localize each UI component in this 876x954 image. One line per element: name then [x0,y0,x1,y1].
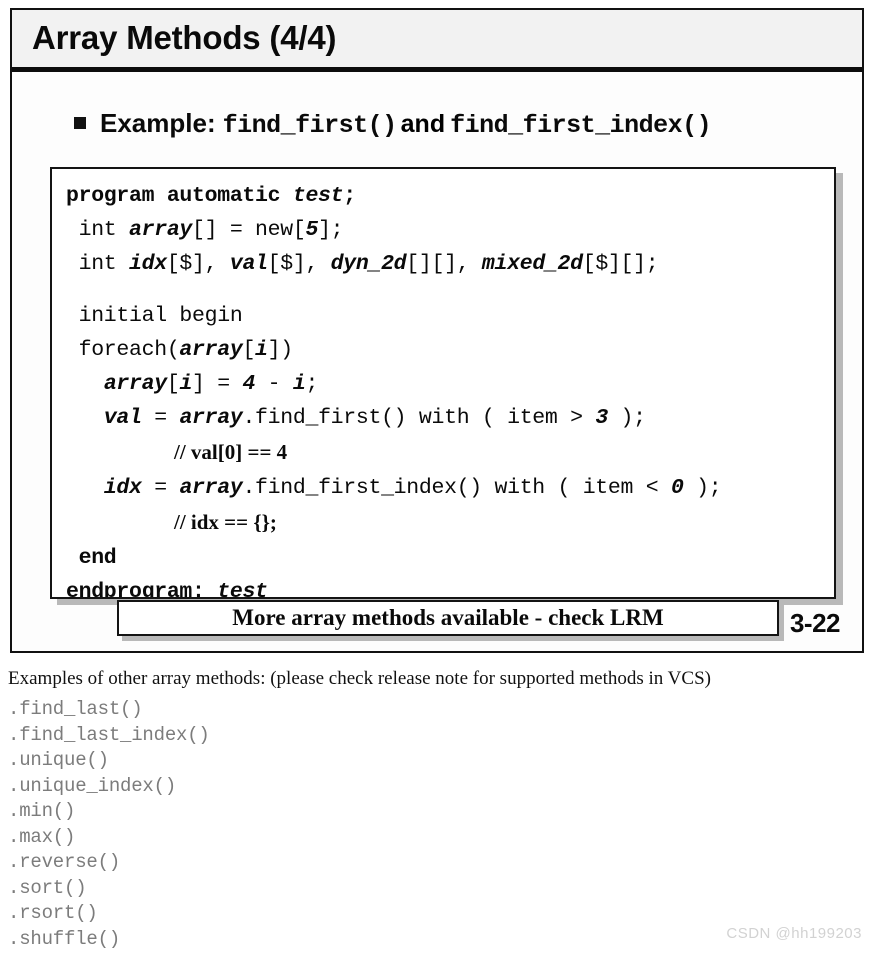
method-find-first: find_first() [222,111,398,140]
callout-box: More array methods available - check LRM [117,600,779,636]
code-line: idx = array.find_first_index() with ( it… [66,471,830,505]
code-block: program automatic test; int array[] = ne… [50,167,836,599]
method-list-item: .unique() [8,749,109,771]
code-token: val [103,406,142,430]
code-token: array [179,338,243,362]
code-token: [ [242,338,256,362]
code-line: program automatic test; [66,179,830,213]
code-token: = [141,406,180,430]
code-token: array [129,218,193,242]
code-line: end [66,541,830,575]
code-line: foreach(array[i]) [66,333,830,367]
method-list-item: .min() [8,800,76,822]
code-token: 3 [595,406,608,430]
code-token: = [141,476,180,500]
code-token: [$], [267,252,331,276]
code-token: dyn_2d [330,252,407,276]
code-token: i [255,338,268,362]
method-list-item: .max() [8,825,76,848]
code-token: int [66,252,130,276]
speaker-notes: Examples of other array methods: (please… [8,668,868,952]
slide-frame: Array Methods (4/4) Example: find_first(… [10,8,864,653]
code-line: // idx == {}; [66,505,830,541]
code-token: ; [305,372,319,396]
code-line: array[i] = 4 - i; [66,367,830,401]
callout-text: More array methods available - check LRM [232,605,664,630]
code-token: val [229,252,268,276]
code-line: int array[] = new[5]; [66,213,830,247]
code-token: ] = [192,372,243,396]
method-list-item: .rsort() [8,902,98,924]
page-title: Array Methods (4/4) [32,19,337,56]
code-token: 4 [242,372,256,396]
code-token: .find_first() with ( item > [242,406,596,430]
code-token: // idx == {}; [174,510,277,534]
method-list-item: .sort() [8,876,87,899]
method-find-first-index: find_first_index() [450,111,712,140]
other-methods-list: .find_last() .find_last_index() .unique().… [8,697,868,952]
method-list-item: .find_last() [8,698,143,720]
code-token: program automatic [66,184,293,208]
code-token: [][], [406,252,482,276]
code-token: - [255,372,293,396]
code-line: initial begin [66,299,830,333]
code-token: array [103,372,167,396]
code-token: ]) [267,338,294,362]
example-bullet-row: Example: find_first() and find_first_ind… [74,108,712,140]
code-token: foreach( [66,338,180,362]
code-token: mixed_2d [481,252,583,276]
csdn-watermark: CSDN @hh199203 [726,925,862,942]
code-token: idx [103,476,142,500]
code-token: end [66,546,117,570]
code-line: // val[0] == 4 [66,435,830,471]
square-bullet-icon [74,117,86,129]
code-line: val = array.find_first() with ( item > 3… [66,401,830,435]
method-list-item: .unique_index() [8,774,177,797]
code-token: 5 [305,218,319,242]
code-token: [$][]; [582,252,659,276]
code-token: // val[0] == 4 [174,440,288,464]
code-token: endprogram: [66,580,218,599]
code-token: .find_first_index() with ( item < [242,476,671,500]
code-line: int idx[$], val[$], dyn_2d[][], mixed_2d… [66,247,830,281]
code-token: ); [683,476,722,500]
code-token: ]; [318,218,344,242]
code-token: [ [166,372,180,396]
code-token: ; [343,184,356,208]
code-token: [$], [166,252,230,276]
code-token: test [292,184,344,208]
slide-page-number: 3-22 [789,608,841,638]
code-token: array [179,406,243,430]
method-list-item: .reverse() [8,851,121,873]
code-token: 0 [670,476,684,500]
method-list-item: .find_last_index() [8,723,210,746]
code-token: test [217,580,268,599]
code-token: array [179,476,243,500]
code-lines-container: program automatic test; int array[] = ne… [66,179,830,599]
code-token: initial begin [66,304,243,328]
code-token: int [66,218,130,242]
notes-heading: Examples of other array methods: (please… [8,668,711,689]
code-token: ); [607,406,647,430]
code-token: i [179,372,193,396]
conjunction-and: and [400,110,446,138]
slide-title-band: Array Methods (4/4) [12,10,862,72]
example-label: Example: [100,108,216,138]
code-token: i [292,372,306,396]
code-line: endprogram: test [66,575,830,599]
code-token: idx [129,252,167,276]
code-token: [] = new[ [192,218,306,242]
